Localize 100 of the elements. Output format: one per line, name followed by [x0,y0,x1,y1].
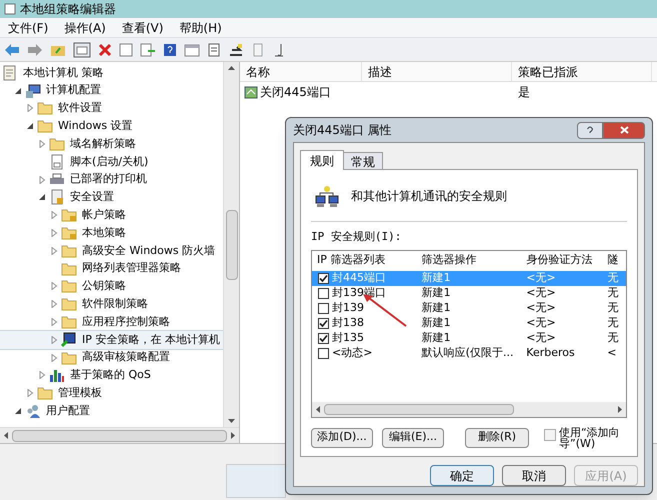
tree-item[interactable]: 安全设置 [0,188,223,206]
collapsed-icon[interactable] [50,300,58,308]
column-header[interactable]: 隧 [602,252,626,269]
expanded-icon[interactable] [38,193,46,202]
table-cell-text: 无 [606,314,620,331]
scroll-thumb[interactable] [12,430,227,442]
table-cell-text: 封139 [332,300,364,316]
tree-item[interactable]: 用户配置 [0,402,223,420]
tree-item[interactable]: IP 安全策略，在 本地计算机 [0,330,223,349]
scroll-up-icon[interactable] [228,66,235,70]
checkbox[interactable] [318,288,329,298]
scroll-right-icon[interactable] [231,432,235,439]
checkbox[interactable] [544,428,556,440]
collapsed-icon[interactable] [50,336,58,344]
tree-item[interactable]: 软件设置 [0,100,223,118]
table-cell-text: <无> [525,284,557,301]
collapsed-icon[interactable] [50,282,58,290]
tree-item[interactable]: 软件限制策略 [0,295,223,314]
delete-icon[interactable] [98,42,112,56]
collapsed-icon[interactable] [50,318,58,326]
column-header[interactable]: 策略已指派 [512,62,652,81]
collapsed-icon[interactable] [50,229,58,238]
column-header[interactable]: IP 筛选器列表 [312,252,417,269]
scroll-thumb[interactable] [226,210,238,280]
expanded-icon[interactable] [26,122,34,130]
table-cell-text: 新建1 [420,300,452,316]
checkbox[interactable] [318,318,329,328]
scroll-left-icon[interactable] [4,432,8,439]
scroll-down-icon[interactable] [228,419,235,423]
export-icon[interactable] [140,42,156,56]
table-cell-text: 新建1 [420,330,452,346]
window-title: 本地组策略编辑器 [20,1,116,18]
collapsed-icon[interactable] [26,389,34,398]
view-icon[interactable] [184,42,200,56]
tree-item[interactable]: 管理模板 [0,384,223,402]
horizontal-scrollbar[interactable] [0,427,239,443]
list-row[interactable]: 封139 新建1 <无> 无 [312,300,626,316]
tree-item[interactable]: 本地策略 [0,224,223,242]
menu-item[interactable]: 查看(V) [122,18,164,36]
menu-item[interactable]: 帮助(H) [179,18,222,36]
collapsed-icon[interactable] [26,104,34,112]
scroll-right-icon[interactable] [618,406,622,412]
tree-item[interactable]: 基于策略的 QoS [0,366,223,384]
collapsed-icon[interactable] [50,211,58,220]
app-icon [4,3,16,15]
menu-item[interactable]: 操作(A) [64,18,106,36]
column-header[interactable]: 筛选器操作 [416,252,522,269]
tree-item[interactable]: 帐户策略 [0,206,223,224]
checkbox[interactable] [318,332,329,344]
collapsed-icon[interactable] [50,354,58,362]
collapsed-icon[interactable] [38,176,46,184]
tree-item[interactable]: 脚本(启动/关机) [0,152,223,171]
list-row[interactable]: <动态> 默认响应(仅限于... Kerberos < [312,346,626,360]
forward-arrow-icon[interactable] [27,42,43,56]
checkbox[interactable] [318,302,329,314]
action-button[interactable]: 添加(D)... [311,428,373,448]
close-button[interactable] [603,122,645,138]
collapsed-icon[interactable] [38,371,46,380]
tree-item[interactable]: Windows 设置 [0,117,223,136]
horizontal-scrollbar[interactable] [312,402,626,416]
action-button[interactable]: 删除(R) [465,428,529,448]
tab[interactable]: 规则 [300,150,344,170]
checkbox[interactable] [318,348,329,358]
help-button[interactable] [577,122,603,138]
tree-item[interactable]: 公钥策略 [0,278,223,296]
tree-item[interactable]: 域名解析策略 [0,135,223,153]
tree-item[interactable]: 已部署的打印机 [0,170,223,189]
table-cell: 关闭445端口 [240,82,512,100]
back-arrow-icon[interactable] [4,42,20,56]
policy-icon [244,84,258,98]
scroll-left-icon[interactable] [316,406,320,412]
checkbox-label[interactable]: 使用“添加向导”(W) [559,426,625,448]
tree-item[interactable]: 高级审核策略配置 [0,348,223,367]
list-row[interactable]: 封135 新建1 <无> 无 [312,330,626,346]
tree-item[interactable]: 本地计算机 策略 [0,64,223,82]
expanded-icon[interactable] [14,86,22,95]
checkbox[interactable] [318,272,329,284]
table-cell-text: 新建1 [420,314,452,331]
action-button[interactable]: 编辑(E)... [382,428,444,448]
tree-item[interactable]: 计算机配置 [0,82,223,100]
dialog-button[interactable]: 确定 [430,465,494,486]
tree-item[interactable]: 网络列表管理器策略 [0,260,223,278]
column-header[interactable]: 描述 [362,62,512,81]
help-icon[interactable] [163,42,177,56]
collapsed-icon[interactable] [50,246,58,255]
menu-item[interactable]: 文件(F) [8,18,48,36]
expanded-icon[interactable] [14,407,22,416]
scrollbar[interactable] [223,62,239,427]
tree-item[interactable]: 应用程序控制策略 [0,313,223,331]
collapsed-icon[interactable] [38,140,46,148]
list-row[interactable]: 封138 新建1 <无> 无 [312,316,626,330]
scroll-thumb[interactable] [324,404,514,414]
column-header[interactable]: 身份验证方法 [521,252,602,269]
dialog-button[interactable]: 取消 [502,465,566,486]
column-header[interactable]: 名称 [240,62,362,81]
pane-toggle-icon[interactable] [73,42,91,58]
document-icon[interactable] [207,42,221,58]
tree-item[interactable]: 高级安全 Windows 防火墙 [0,242,223,260]
tab[interactable]: 常规 [344,152,383,169]
table-cell-text: 是 [517,84,531,100]
